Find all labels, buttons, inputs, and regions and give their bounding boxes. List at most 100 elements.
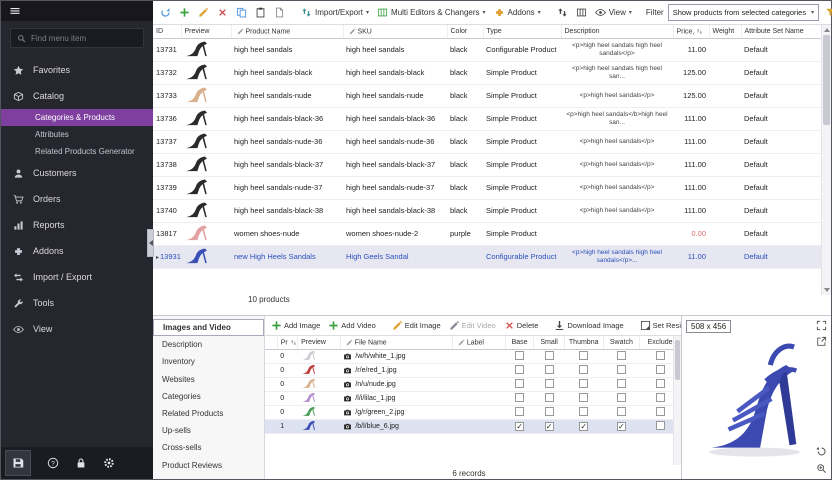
small-checkbox[interactable] <box>545 379 554 388</box>
zoom-icon[interactable] <box>816 463 827 474</box>
scroll-up-arrow[interactable] <box>824 28 830 32</box>
exclude-checkbox[interactable] <box>656 421 665 430</box>
image-row[interactable]: 0 /g/r/green_2.jpg <box>265 405 681 419</box>
image-row[interactable]: 0 /r/e/red_1.jpg <box>265 363 681 377</box>
sidebar-item-favorites[interactable]: Favorites <box>1 57 153 83</box>
base-checkbox[interactable] <box>515 379 524 388</box>
sidebar-item[interactable]: Import / Export <box>1 264 153 290</box>
exclude-checkbox[interactable] <box>656 407 665 416</box>
scrollbar-thumb[interactable] <box>675 340 680 380</box>
col-header-color[interactable]: Color <box>447 25 483 38</box>
detail-tab[interactable]: Product Reviews <box>153 457 264 474</box>
set-resize-rule-button[interactable]: Set Resize Rule <box>638 318 681 333</box>
sidebar-item[interactable]: View <box>1 316 153 342</box>
sidebar-subitem[interactable]: Related Products Generator <box>1 143 153 160</box>
add-video-button[interactable]: Add Video <box>326 318 377 333</box>
multi-editors-menu[interactable]: Multi Editors & Changers▾ <box>375 5 488 20</box>
swatch-checkbox[interactable] <box>617 365 626 374</box>
col-header-thumbnail[interactable]: Thumbna <box>564 336 603 349</box>
col-header-sku[interactable]: SKU <box>343 25 447 38</box>
view-menu[interactable]: View▾ <box>593 5 634 20</box>
base-checkbox[interactable] <box>515 365 524 374</box>
edit-product-button[interactable] <box>196 5 211 20</box>
base-checkbox[interactable] <box>515 407 524 416</box>
vertical-scrollbar[interactable] <box>821 25 831 295</box>
filters-menu[interactable]: Filters▾ <box>823 5 832 20</box>
swatch-checkbox[interactable] <box>617 351 626 360</box>
delete-image-button[interactable]: Delete <box>502 318 541 333</box>
swatch-checkbox[interactable] <box>617 407 626 416</box>
product-row[interactable]: ▸13739 high heel sandals-nude-37 high he… <box>153 176 821 199</box>
exclude-checkbox[interactable] <box>656 365 665 374</box>
exclude-checkbox[interactable] <box>656 351 665 360</box>
sidebar-subitem[interactable]: Categories & Products <box>1 109 153 126</box>
scroll-down-arrow[interactable] <box>824 288 830 292</box>
thumbnail-checkbox[interactable] <box>579 422 588 431</box>
sidebar-collapse-handle[interactable] <box>147 229 154 257</box>
thumbnail-checkbox[interactable] <box>579 351 588 360</box>
edit-image-button[interactable]: Edit Image <box>390 318 443 333</box>
product-row[interactable]: ▸13931 new High Heels Sandals High Geels… <box>153 245 821 268</box>
col-header-attribute-set[interactable]: Attribute Set Name <box>741 25 821 38</box>
base-checkbox[interactable] <box>515 393 524 402</box>
import-export-menu[interactable]: Import/Export▾ <box>299 5 371 20</box>
col-header-label[interactable]: Label <box>452 336 505 349</box>
col-header-base[interactable]: Base <box>505 336 534 349</box>
refresh-button[interactable] <box>158 5 173 20</box>
detail-tab[interactable]: Categories <box>153 388 264 405</box>
document-button[interactable] <box>272 5 287 20</box>
sidebar-search[interactable] <box>10 28 144 48</box>
edit-video-button[interactable]: Edit Video <box>447 318 498 333</box>
exclude-checkbox[interactable] <box>656 379 665 388</box>
small-checkbox[interactable] <box>545 351 554 360</box>
small-checkbox[interactable] <box>545 422 554 431</box>
swatch-checkbox[interactable] <box>617 422 626 431</box>
product-row[interactable]: ▸13740 high heel sandals-black-38 high h… <box>153 199 821 222</box>
base-checkbox[interactable] <box>515 422 524 431</box>
col-header-id[interactable]: ID <box>153 25 181 38</box>
image-row[interactable]: 0 /w/h/white_1.jpg <box>265 349 681 363</box>
product-row[interactable]: ▸13736 high heel sandals-black-36 high h… <box>153 107 821 130</box>
detail-tab[interactable]: Up-sells <box>153 422 264 439</box>
download-image-button[interactable]: Download Image <box>552 318 625 333</box>
swatch-checkbox[interactable] <box>617 393 626 402</box>
col-header-swatch[interactable]: Swatch <box>603 336 640 349</box>
sidebar-item[interactable]: Customers <box>1 160 153 186</box>
small-checkbox[interactable] <box>545 365 554 374</box>
image-row[interactable]: 0 /n/u/nude.jpg <box>265 377 681 391</box>
detail-tab[interactable]: Websites <box>153 371 264 388</box>
thumbnail-checkbox[interactable] <box>579 365 588 374</box>
image-row[interactable]: 0 /l/i/lilac_1.jpg <box>265 391 681 405</box>
col-header-preview[interactable]: Preview <box>298 336 341 349</box>
sidebar-subitem[interactable]: Attributes <box>1 126 153 143</box>
scrollbar-thumb[interactable] <box>823 35 830 125</box>
product-row[interactable]: ▸13817 women shoes-nude women shoes-nude… <box>153 222 821 245</box>
product-row[interactable]: ▸13733 high heel sandals-nude high heel … <box>153 84 821 107</box>
thumbnail-checkbox[interactable] <box>579 393 588 402</box>
detail-tab[interactable]: Images and Video <box>153 319 264 336</box>
small-checkbox[interactable] <box>545 393 554 402</box>
delete-product-button[interactable] <box>215 5 230 20</box>
col-header-small[interactable]: Small <box>534 336 565 349</box>
detail-tab[interactable]: Related Products <box>153 405 264 422</box>
menu-search-input[interactable] <box>31 34 131 43</box>
thumbnail-checkbox[interactable] <box>579 379 588 388</box>
settings-gear-icon[interactable] <box>103 457 115 469</box>
col-header-weight[interactable]: Weight <box>709 25 741 38</box>
detail-tab[interactable]: Inventory <box>153 353 264 370</box>
paste-button[interactable] <box>253 5 268 20</box>
sidebar-item[interactable]: Reports <box>1 212 153 238</box>
rotate-icon[interactable] <box>816 446 827 457</box>
thumbnail-checkbox[interactable] <box>579 407 588 416</box>
col-header-type[interactable]: Type <box>483 25 561 38</box>
images-scrollbar[interactable] <box>673 336 681 465</box>
image-row[interactable]: 1 /b/l/blue_6.jpg <box>265 419 681 433</box>
row-expander-icon[interactable]: ▸ <box>156 255 159 261</box>
col-header-name[interactable]: Product Name <box>231 25 343 38</box>
product-row[interactable]: ▸13737 high heel sandals-nude-36 high he… <box>153 130 821 153</box>
columns-button[interactable] <box>574 5 589 20</box>
sidebar-item[interactable]: Orders <box>1 186 153 212</box>
col-header-file-name[interactable]: File Name <box>340 336 452 349</box>
sidebar-item-catalog[interactable]: Catalog <box>1 83 153 109</box>
save-button[interactable] <box>5 450 31 476</box>
